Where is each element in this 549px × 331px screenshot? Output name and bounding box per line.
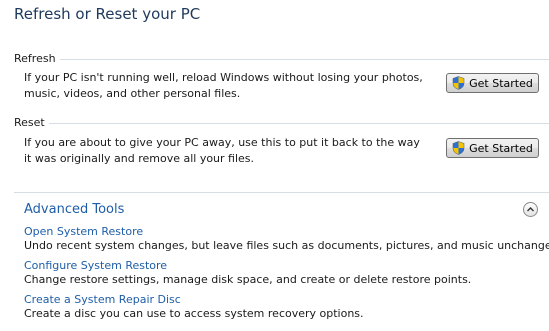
refresh-section-header: Refresh xyxy=(14,52,549,66)
reset-button-label: Get Started xyxy=(469,141,533,155)
refresh-description: If your PC isn't running well, reload Wi… xyxy=(24,71,423,100)
refresh-header: Refresh xyxy=(14,52,60,65)
refresh-get-started-button[interactable]: Get Started xyxy=(446,73,539,93)
reset-get-started-button[interactable]: Get Started xyxy=(446,138,539,158)
refresh-divider xyxy=(14,59,549,60)
advanced-divider xyxy=(14,192,549,193)
open-system-restore-link[interactable]: Open System Restore xyxy=(24,225,143,238)
create-repair-disc-description: Create a disc you can use to access syst… xyxy=(24,307,364,320)
advanced-tools-title: Advanced Tools xyxy=(24,202,125,217)
reset-header: Reset xyxy=(14,116,49,129)
shield-icon xyxy=(452,76,465,90)
collapse-advanced-button[interactable] xyxy=(523,202,538,217)
refresh-button-label: Get Started xyxy=(469,76,533,90)
configure-system-restore-description: Change restore settings, manage disk spa… xyxy=(24,273,472,286)
configure-system-restore-link[interactable]: Configure System Restore xyxy=(24,259,167,272)
page-title: Refresh or Reset your PC xyxy=(14,5,201,23)
reset-description: If you are about to give your PC away, u… xyxy=(24,136,420,165)
chevron-up-circle-icon xyxy=(527,207,534,212)
create-repair-disc-link[interactable]: Create a System Repair Disc xyxy=(24,293,181,306)
open-system-restore-description: Undo recent system changes, but leave fi… xyxy=(24,239,549,252)
shield-icon xyxy=(452,141,465,155)
reset-divider xyxy=(14,123,549,124)
reset-section-header: Reset xyxy=(14,116,549,130)
